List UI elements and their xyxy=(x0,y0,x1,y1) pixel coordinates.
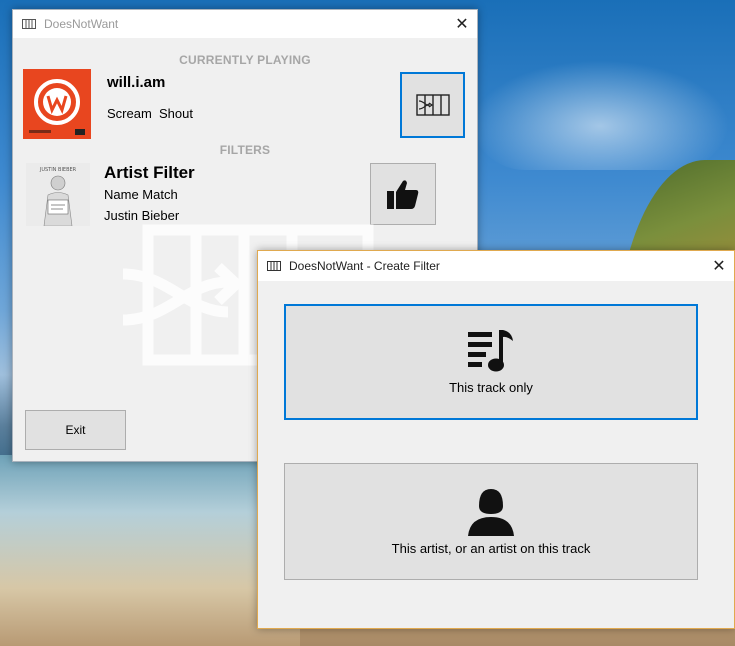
now-playing-track: Scream Shout xyxy=(107,106,193,121)
main-window-title: DoesNotWant xyxy=(44,17,119,31)
app-icon xyxy=(22,19,36,29)
artist-photo-icon: JUSTIN BIEBER xyxy=(26,163,90,227)
currently-playing-header: CURRENTLY PLAYING xyxy=(179,53,311,67)
filter-cover: JUSTIN BIEBER xyxy=(26,163,90,227)
playlist-music-icon xyxy=(468,330,513,372)
dialog-titlebar[interactable]: DoesNotWant - Create Filter ✕ xyxy=(258,251,734,281)
dialog-app-icon xyxy=(267,261,281,271)
this-track-only-label: This track only xyxy=(449,380,533,395)
like-button[interactable] xyxy=(370,163,436,225)
now-playing-artist: will.i.am xyxy=(107,74,166,91)
create-filter-dialog: DoesNotWant - Create Filter ✕ This track… xyxy=(257,250,735,629)
this-artist-button[interactable]: This artist, or an artist on this track xyxy=(284,463,698,580)
dialog-title: DoesNotWant - Create Filter xyxy=(289,259,440,273)
thumbs-up-icon xyxy=(387,180,419,209)
filter-icon xyxy=(415,94,450,116)
exit-button[interactable]: Exit xyxy=(25,410,126,450)
person-icon xyxy=(468,489,514,536)
filter-artist: Justin Bieber xyxy=(104,208,180,223)
desktop-sea xyxy=(0,455,300,646)
create-filter-button[interactable] xyxy=(400,72,465,138)
album-cover xyxy=(23,69,91,139)
filter-title: Artist Filter xyxy=(104,163,195,182)
main-close-button[interactable]: ✕ xyxy=(447,10,477,38)
this-artist-label: This artist, or an artist on this track xyxy=(391,541,591,556)
main-titlebar[interactable]: DoesNotWant ✕ xyxy=(13,10,477,38)
desktop-cloud xyxy=(470,60,730,170)
filters-header: FILTERS xyxy=(219,143,271,157)
dialog-close-button[interactable]: ✕ xyxy=(704,251,734,281)
filter-match-type: Name Match xyxy=(104,187,178,202)
this-track-only-button[interactable]: This track only xyxy=(284,304,698,420)
will-i-am-logo-icon xyxy=(29,79,85,135)
svg-text:JUSTIN BIEBER: JUSTIN BIEBER xyxy=(39,167,77,173)
